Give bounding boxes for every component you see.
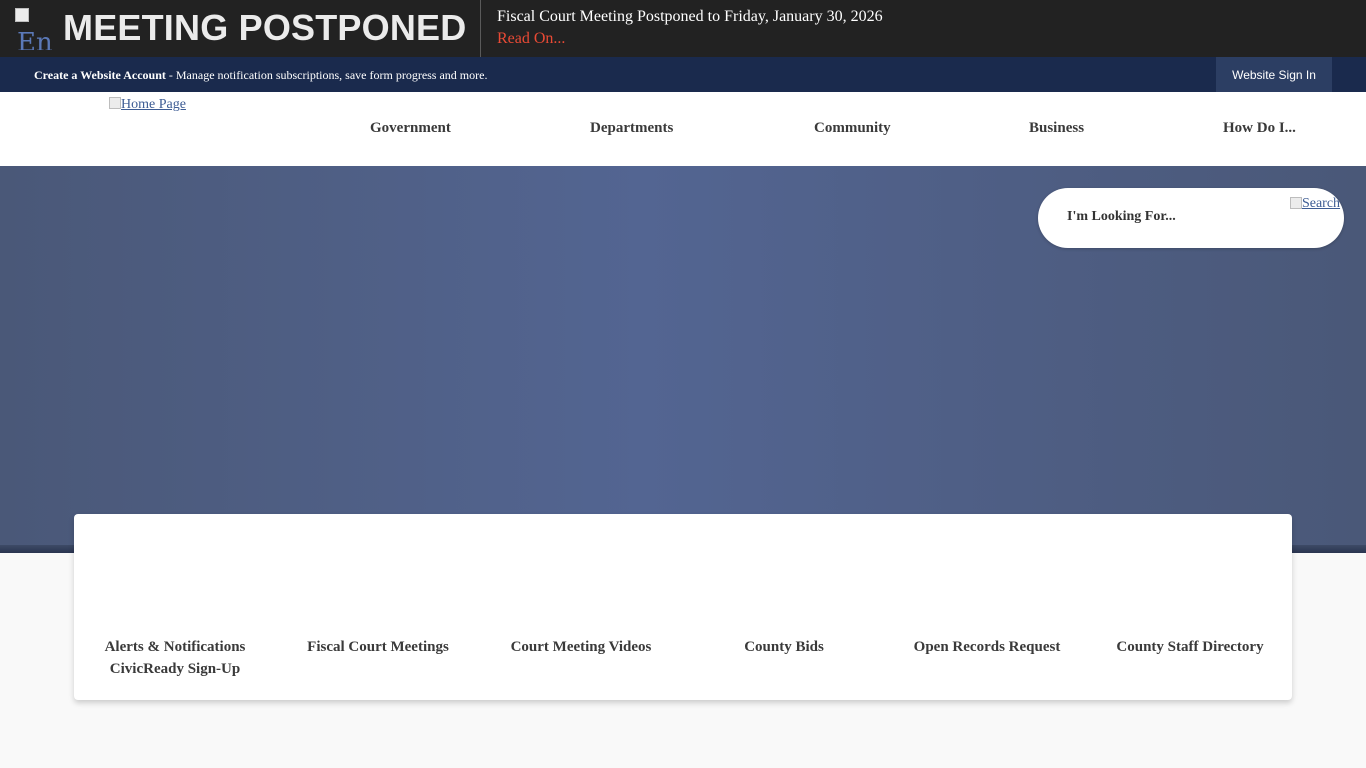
alert-image-alt: En (17, 28, 53, 50)
broken-image-icon (15, 8, 29, 22)
create-account-link[interactable]: Create a Website Account (34, 68, 166, 82)
site-header: Home Page Government Departments Communi… (0, 92, 1366, 166)
alert-image-broken: En (15, 8, 53, 50)
home-page-logo-link[interactable]: Home Page (109, 97, 186, 113)
website-sign-in-button[interactable]: Website Sign In (1216, 57, 1332, 92)
account-bar-text: Create a Website Account - Manage notifi… (34, 68, 487, 83)
alert-bar: En MEETING POSTPONED Fiscal Court Meetin… (0, 0, 1366, 57)
search-input[interactable]: I'm Looking For... (1067, 209, 1176, 225)
nav-item-business[interactable]: Business (1029, 120, 1084, 137)
quick-link-court-meeting-videos[interactable]: Court Meeting Videos (481, 636, 681, 658)
alert-message: Fiscal Court Meeting Postponed to Friday… (497, 8, 883, 25)
quick-link-alerts-notifications[interactable]: Alerts & Notifications CivicReady Sign-U… (75, 636, 275, 680)
search-box[interactable]: I'm Looking For... Search (1038, 188, 1344, 248)
alert-title: MEETING POSTPONED (63, 7, 467, 48)
nav-item-departments[interactable]: Departments (590, 120, 673, 137)
account-description: - Manage notification subscriptions, sav… (165, 68, 488, 82)
quick-link-county-bids[interactable]: County Bids (684, 636, 884, 658)
broken-image-icon (109, 97, 121, 109)
search-button-alt: Search (1301, 196, 1341, 211)
search-icon (1289, 197, 1302, 209)
alert-divider (480, 0, 481, 57)
nav-item-government[interactable]: Government (370, 120, 451, 137)
quick-links-card: Alerts & Notifications CivicReady Sign-U… (74, 514, 1292, 700)
alert-read-on-link[interactable]: Read On... (497, 30, 565, 48)
quick-link-fiscal-court-meetings[interactable]: Fiscal Court Meetings (278, 636, 478, 658)
home-page-logo-alt: Home Page (121, 97, 186, 112)
account-bar: Create a Website Account - Manage notifi… (0, 57, 1366, 92)
quick-link-county-staff-directory[interactable]: County Staff Directory (1090, 636, 1290, 658)
nav-item-how-do-i[interactable]: How Do I... (1223, 120, 1296, 137)
quick-link-open-records-request[interactable]: Open Records Request (887, 636, 1087, 658)
search-button[interactable]: Search (1289, 194, 1341, 214)
nav-item-community[interactable]: Community (814, 120, 891, 137)
